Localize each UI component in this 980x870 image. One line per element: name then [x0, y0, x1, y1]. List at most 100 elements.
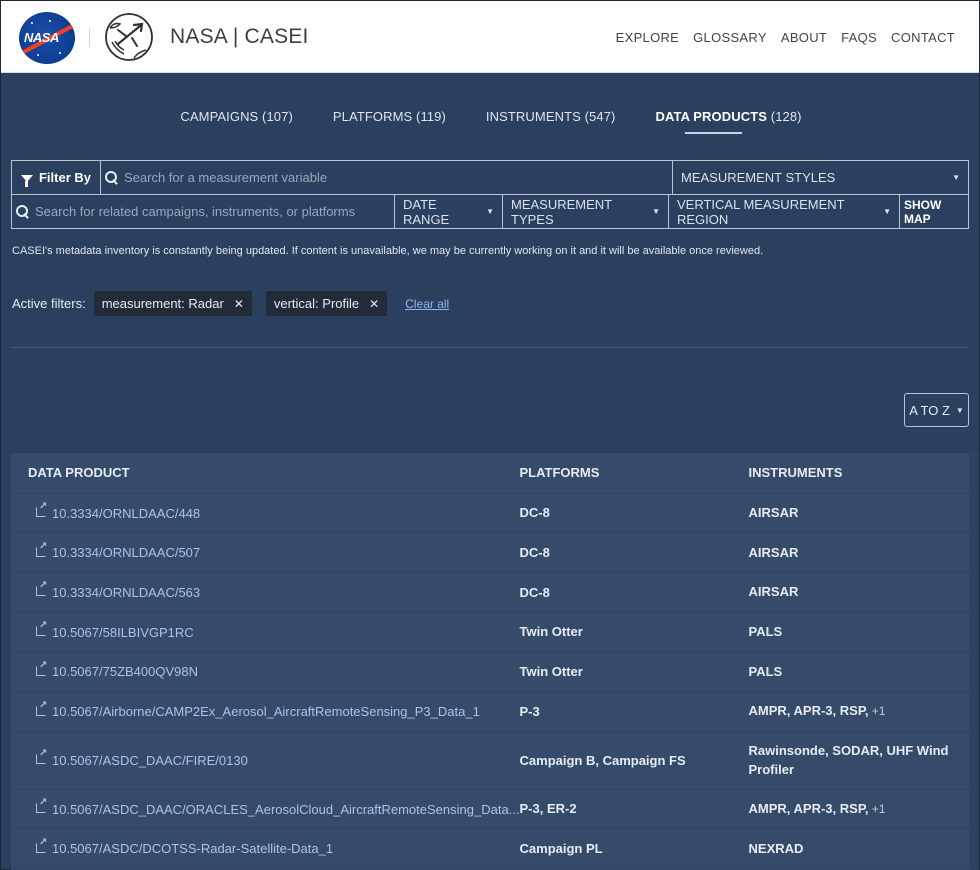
external-link-icon	[36, 837, 48, 853]
cell-instruments: Rawinsonde, SODAR, UHF Wind Profiler	[748, 731, 969, 790]
cell-instruments: AMPR, APR-3, RSP, +1	[748, 789, 969, 830]
external-link-icon	[36, 501, 48, 518]
data-product-id: 10.3334/ORNLDAAC/507	[52, 545, 201, 561]
cell-data-product: 10.5067/Airborne/CAMP2Ex_Aerosol_Aircraf…	[11, 691, 520, 732]
nasa-logo[interactable]: NASA	[19, 12, 75, 64]
logo-star	[37, 54, 39, 56]
table-row: 10.5067/58ILBIVGP1RC Twin OtterPALS	[11, 612, 969, 653]
data-product-id: 10.3334/ORNLDAAC/448	[52, 505, 201, 521]
column-header-instruments[interactable]: INSTRUMENTS	[748, 453, 969, 494]
external-link-icon	[36, 748, 48, 765]
nav-contact[interactable]: CONTACT	[891, 30, 955, 45]
search-icon	[105, 171, 118, 184]
more-instruments-count[interactable]: +1	[868, 802, 886, 816]
table-row: 10.5067/ASDC_DAAC/FIRE/0130 Campaign B, C…	[11, 731, 969, 790]
caret-down-icon: ▼	[652, 207, 660, 216]
cell-instruments: AMPR, APR-3, RSP, +1	[748, 691, 969, 732]
more-instruments-count[interactable]: +1	[868, 704, 886, 718]
cell-instruments: PALS	[748, 612, 969, 653]
external-link-icon	[36, 660, 48, 676]
related-search	[12, 195, 395, 228]
data-product-link[interactable]: 10.3334/ORNLDAAC/563	[28, 580, 201, 600]
close-icon[interactable]: ✕	[369, 297, 379, 311]
data-product-link[interactable]: 10.5067/58ILBIVGP1RC	[28, 620, 194, 640]
related-search-input[interactable]	[35, 204, 386, 219]
data-product-id: 10.3334/ORNLDAAC/563	[52, 584, 201, 600]
table-row: 10.5067/75ZB400QV98N Twin OtterPALS	[11, 651, 969, 692]
nav-glossary[interactable]: GLOSSARY	[693, 30, 767, 45]
filter-chip: measurement: Radar ✕	[93, 291, 252, 316]
filter-chip-label: vertical: Profile	[273, 296, 360, 311]
filter-bar-row-1: Filter By MEASUREMENT STYLES ▼	[11, 160, 969, 195]
vertical-region-dropdown[interactable]: VERTICAL MEASUREMENT REGION ▼	[669, 195, 900, 228]
casei-airplane-globe-icon[interactable]	[104, 12, 154, 62]
nav-faqs[interactable]: FAQS	[841, 30, 877, 45]
external-link-icon	[36, 620, 48, 637]
tab-campaigns[interactable]: CAMPAIGNS (107)	[180, 109, 293, 124]
measurement-search-input[interactable]	[124, 170, 664, 185]
cell-instruments: AIRSAR	[748, 572, 969, 613]
dropdown-label: MEASUREMENT STYLES	[681, 170, 836, 185]
close-icon[interactable]: ✕	[234, 297, 244, 311]
external-link-icon	[36, 797, 48, 814]
clear-all-link[interactable]: Clear all	[405, 297, 449, 311]
cell-instruments: PALS	[748, 651, 969, 692]
data-product-link[interactable]: 10.3334/ORNLDAAC/507	[28, 541, 201, 561]
scrollbar-track[interactable]	[969, 453, 979, 870]
data-product-link[interactable]: 10.5067/ASDC_DAAC/ORACLES_AerosolCloud_A…	[28, 797, 520, 817]
top-nav: EXPLORE GLOSSARY ABOUT FAQS CONTACT	[616, 30, 955, 45]
active-filters-label: Active filters:	[12, 296, 86, 311]
data-product-id: 10.5067/ASDC_DAAC/FIRE/0130	[52, 752, 248, 768]
logo-divider	[89, 29, 90, 47]
nasa-logo-text: NASA	[24, 30, 59, 45]
date-range-dropdown[interactable]: DATE RANGE ▼	[395, 195, 503, 228]
table-body: 10.3334/ORNLDAAC/448DC-8AIRSAR10.3334/OR…	[11, 493, 969, 869]
tab-count: (107)	[262, 109, 293, 124]
external-link-icon	[36, 580, 48, 597]
tab-data-products[interactable]: DATA PRODUCTS (128)	[655, 109, 802, 134]
instruments-list: AMPR, APR-3, RSP,	[748, 703, 869, 719]
cell-data-product: 10.5067/75ZB400QV98N	[11, 651, 520, 692]
data-product-link[interactable]: 10.3334/ORNLDAAC/448	[28, 501, 201, 521]
nav-about[interactable]: ABOUT	[781, 30, 827, 45]
cell-platforms: Twin Otter	[519, 651, 749, 692]
tab-label: DATA PRODUCTS	[655, 109, 768, 124]
measurement-styles-dropdown[interactable]: MEASUREMENT STYLES ▼	[673, 161, 968, 194]
data-product-link[interactable]: 10.5067/75ZB400QV98N	[28, 660, 198, 679]
data-product-id: 10.5067/ASDC_DAAC/ORACLES_AerosolCloud_A…	[52, 801, 520, 817]
logo-star	[59, 52, 61, 54]
data-product-id: 10.5067/58ILBIVGP1RC	[52, 624, 194, 640]
site-title[interactable]: NASA | CASEI	[170, 25, 309, 49]
measurement-types-dropdown[interactable]: MEASUREMENT TYPES ▼	[503, 195, 669, 228]
column-header-data-product[interactable]: DATA PRODUCT	[11, 453, 520, 494]
cell-data-product: 10.5067/ASDC_DAAC/ORACLES_AerosolCloud_A…	[11, 789, 520, 830]
data-product-link[interactable]: 10.5067/ASDC/DCOTSS-Radar-Satellite-Data…	[28, 837, 333, 856]
cell-platforms: P-3, ER-2	[519, 789, 749, 830]
show-map-button[interactable]: SHOW MAP	[900, 195, 968, 228]
cell-data-product: 10.3334/ORNLDAAC/563	[11, 572, 520, 613]
instruments-list: AIRSAR	[748, 504, 799, 520]
filter-chip: vertical: Profile ✕	[265, 291, 388, 316]
nav-explore[interactable]: EXPLORE	[616, 30, 680, 45]
data-product-link[interactable]: 10.5067/ASDC_DAAC/FIRE/0130	[28, 748, 248, 768]
cell-data-product: 10.3334/ORNLDAAC/507	[11, 532, 520, 573]
tab-instruments[interactable]: INSTRUMENTS (547)	[486, 109, 616, 124]
tab-platforms[interactable]: PLATFORMS (119)	[333, 109, 446, 124]
data-product-id: 10.5067/Airborne/CAMP2Ex_Aerosol_Aircraf…	[52, 704, 480, 720]
tab-count: (547)	[584, 109, 616, 124]
sort-dropdown[interactable]: A TO Z ▼	[904, 393, 969, 427]
table-row: 10.3334/ORNLDAAC/507 DC-8AIRSAR	[11, 532, 969, 573]
dropdown-label: MEASUREMENT TYPES	[511, 196, 612, 227]
instruments-list: NEXRAD	[748, 840, 804, 856]
data-product-link[interactable]: 10.5067/Airborne/CAMP2Ex_Aerosol_Aircraf…	[28, 700, 480, 720]
table-row: 10.5067/ASDC_DAAC/ORACLES_AerosolCloud_A…	[11, 789, 969, 830]
cell-data-product: 10.5067/ASDC_DAAC/FIRE/0130	[11, 731, 520, 790]
instruments-list: AMPR, APR-3, RSP,	[748, 800, 869, 816]
category-tabs: CAMPAIGNS (107) PLATFORMS (119) INSTRUME…	[1, 109, 980, 134]
cell-platforms: Twin Otter	[519, 612, 749, 653]
table-row: 10.3334/ORNLDAAC/563 DC-8AIRSAR	[11, 572, 969, 613]
column-header-platforms[interactable]: PLATFORMS	[519, 453, 749, 494]
table-row: 10.5067/Airborne/CAMP2Ex_Aerosol_Aircraf…	[11, 691, 969, 732]
tab-label: CAMPAIGNS	[180, 109, 259, 124]
external-link-icon	[36, 700, 48, 716]
